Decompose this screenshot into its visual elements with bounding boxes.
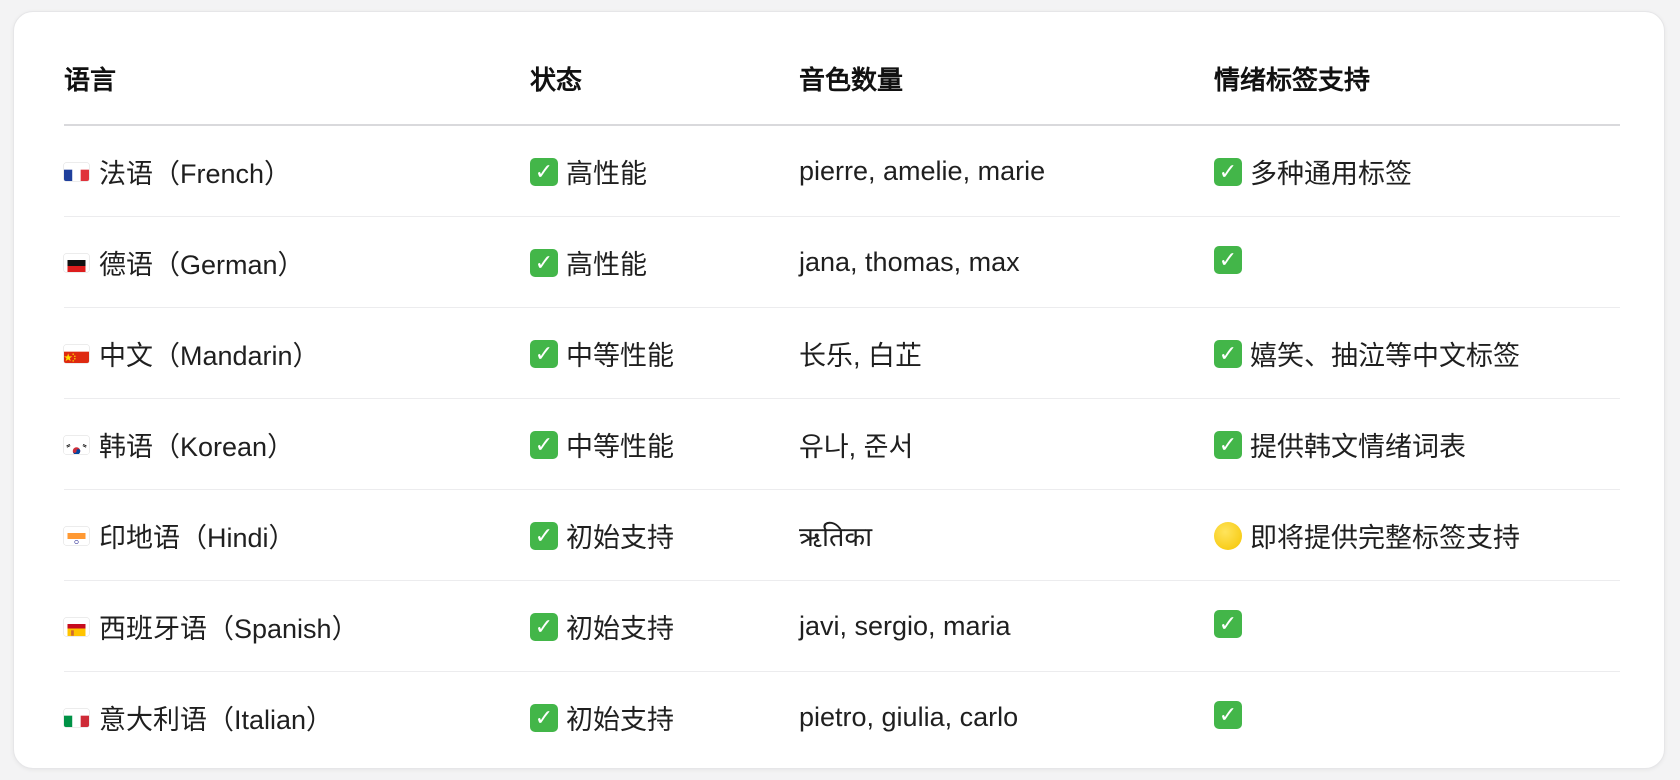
status-text: 高性能: [566, 158, 647, 189]
language-name: 中文（Mandarin）: [99, 340, 320, 371]
table-row: 印地语（Hindi） ✓ 初始支持 ऋतिका 即将提供完整标签支持: [64, 489, 1620, 581]
status-text: 初始支持: [566, 522, 674, 553]
check-icon: ✓: [1214, 246, 1242, 275]
status-cell: ✓ 高性能: [530, 216, 799, 308]
check-icon: ✓: [530, 158, 558, 187]
language-cell: 韩语（Korean）: [64, 398, 530, 490]
language-name: 德语（German）: [99, 249, 305, 280]
check-icon: ✓: [530, 431, 558, 460]
emotion-tags-text: 即将提供完整标签支持: [1250, 522, 1520, 553]
language-cell: 意大利语（Italian）: [64, 672, 530, 763]
emotion-tags-text: 多种通用标签: [1250, 158, 1412, 189]
language-name: 韩语（Korean）: [99, 431, 295, 462]
status-cell: ✓ 初始支持: [530, 672, 799, 763]
emotion-tags-text: 提供韩文情绪词表: [1250, 431, 1466, 462]
table-row: 德语（German） ✓ 高性能 jana, thomas, max ✓: [64, 216, 1620, 308]
language-support-card: 语言 状态 音色数量 情绪标签支持 法语（French） ✓ 高性能 pierre, …: [13, 11, 1665, 769]
check-icon: ✓: [1214, 610, 1242, 639]
language-name: 法语（French）: [99, 158, 292, 189]
emotion-tags-cell: 即将提供完整标签支持: [1214, 489, 1620, 581]
status-cell: ✓ 中等性能: [530, 307, 799, 399]
language-cell: 西班牙语（Spanish）: [64, 580, 530, 672]
emotion-tags-cell: ✓ 提供韩文情绪词表: [1214, 398, 1620, 490]
table-row: 韩语（Korean） ✓ 中等性能 유나, 준서 ✓ 提供韩文情绪词表: [64, 398, 1620, 490]
emotion-tags-cell: ✓ 多种通用标签: [1214, 125, 1620, 217]
emotion-tags-text: 嬉笑、抽泣等中文标签: [1250, 340, 1520, 371]
check-icon: ✓: [1214, 158, 1242, 187]
status-text: 中等性能: [566, 431, 674, 462]
status-text: 高性能: [566, 249, 647, 280]
emotion-tags-cell: ✓: [1214, 216, 1620, 308]
header-voices: 音色数量: [799, 32, 1214, 126]
check-icon: ✓: [530, 704, 558, 733]
voices-cell: pierre, amelie, marie: [799, 125, 1214, 217]
voices-cell: 长乐, 白芷: [799, 307, 1214, 399]
table-header-row: 语言 状态 音色数量 情绪标签支持: [64, 32, 1620, 126]
voices-cell: javi, sergio, maria: [799, 580, 1214, 672]
language-cell: 德语（German）: [64, 216, 530, 308]
table-row: 西班牙语（Spanish） ✓ 初始支持 javi, sergio, maria ✓: [64, 580, 1620, 672]
language-name: 意大利语（Italian）: [99, 704, 334, 735]
voices-cell: ऋतिका: [799, 489, 1214, 581]
check-icon: ✓: [530, 522, 558, 551]
status-text: 中等性能: [566, 340, 674, 371]
status-cell: ✓ 中等性能: [530, 398, 799, 490]
emotion-tags-cell: ✓: [1214, 580, 1620, 672]
check-icon: ✓: [1214, 701, 1242, 730]
voices-cell: 유나, 준서: [799, 398, 1214, 490]
flag-es-icon: [64, 618, 89, 637]
table-row: 中文（Mandarin） ✓ 中等性能 长乐, 白芷 ✓ 嬉笑、抽泣等中文标签: [64, 307, 1620, 399]
language-name: 印地语（Hindi）: [99, 522, 296, 553]
table-row: 意大利语（Italian） ✓ 初始支持 pietro, giulia, carlo ✓: [64, 672, 1620, 763]
flag-it-icon: [64, 709, 89, 728]
flag-kr-icon: [64, 436, 89, 455]
yellow-circle-icon: [1214, 522, 1242, 551]
language-cell: 法语（French）: [64, 125, 530, 217]
check-icon: ✓: [530, 340, 558, 369]
flag-de-icon: [64, 254, 89, 273]
language-support-table: 语言 状态 音色数量 情绪标签支持 法语（French） ✓ 高性能 pierre, …: [64, 32, 1620, 762]
status-cell: ✓ 初始支持: [530, 580, 799, 672]
status-cell: ✓ 初始支持: [530, 489, 799, 581]
table-row: 法语（French） ✓ 高性能 pierre, amelie, marie ✓ 多种通用…: [64, 125, 1620, 217]
language-cell: 中文（Mandarin）: [64, 307, 530, 399]
voices-cell: jana, thomas, max: [799, 216, 1214, 308]
header-status: 状态: [530, 32, 799, 126]
status-text: 初始支持: [566, 704, 674, 735]
language-name: 西班牙语（Spanish）: [99, 613, 359, 644]
flag-cn-icon: [64, 345, 89, 364]
language-cell: 印地语（Hindi）: [64, 489, 530, 581]
voices-cell: pietro, giulia, carlo: [799, 701, 1019, 732]
flag-in-icon: [64, 527, 89, 546]
status-cell: ✓ 高性能: [530, 125, 799, 217]
emotion-tags-cell: ✓: [1214, 672, 1620, 763]
flag-fr-icon: [64, 163, 89, 182]
emotion-tags-cell: ✓ 嬉笑、抽泣等中文标签: [1214, 307, 1620, 399]
check-icon: ✓: [1214, 431, 1242, 460]
check-icon: ✓: [530, 613, 558, 642]
header-emotion-tags: 情绪标签支持: [1214, 32, 1620, 126]
check-icon: ✓: [530, 249, 558, 278]
check-icon: ✓: [1214, 340, 1242, 369]
header-language: 语言: [64, 32, 530, 126]
status-text: 初始支持: [566, 613, 674, 644]
